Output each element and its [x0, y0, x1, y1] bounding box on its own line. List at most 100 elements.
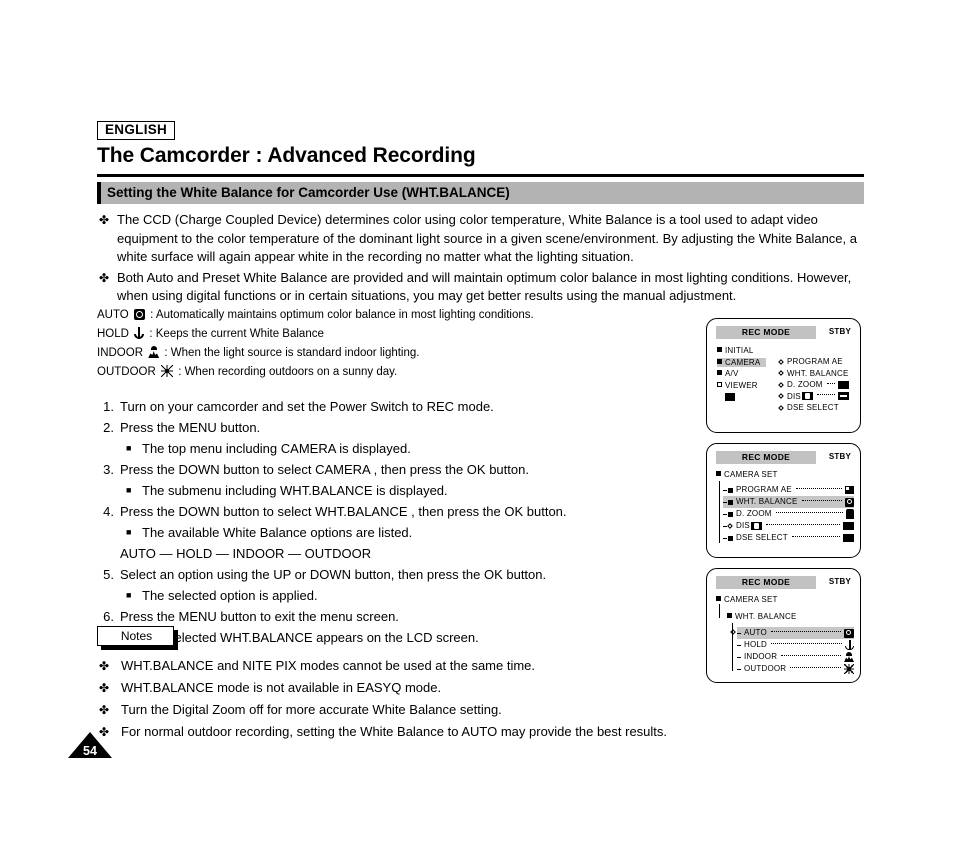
cursor-block-icon: [725, 393, 735, 401]
procedure-steps: 1. Turn on your camcorder and set the Po…: [91, 396, 691, 648]
definition-text: : Automatically maintains optimum color …: [150, 309, 534, 321]
note-text: Turn the Digital Zoom off for more accur…: [121, 702, 502, 717]
submenu-item-d-zoom[interactable]: D. ZOOM: [778, 379, 849, 391]
bullet-icon: ✤: [99, 703, 110, 717]
camera-set-item-label: PROGRAM AE: [736, 485, 792, 494]
definition-row-hold: HOLD : Keeps the current White Balance: [97, 325, 657, 344]
diamond-bullet-icon: [778, 381, 784, 388]
camera-set-item-label: D. ZOOM: [736, 509, 772, 518]
note-text: For normal outdoor recording, setting th…: [121, 724, 668, 739]
wb-option-label: OUTDOOR: [744, 664, 787, 673]
dot-leader: [781, 655, 841, 656]
camera-set-item-wht-balance[interactable]: WHT. BALANCE: [723, 496, 854, 508]
camera-set-item-list: PROGRAM AE WHT. BALANCE D. ZOOM DIS DSE …: [716, 481, 854, 544]
menu-square-icon: [716, 596, 721, 601]
wht-balance-value-icon: [845, 497, 854, 507]
square-bullet-icon: ■: [126, 485, 132, 495]
lcd-camera-set-menu: CAMERA SET PROGRAM AE WHT. BALANCE D. ZO…: [716, 469, 854, 544]
page-number: 54: [83, 744, 97, 758]
intro-bullet-text: The CCD (Charge Coupled Device) determin…: [117, 212, 857, 264]
tree-connector: [719, 604, 721, 618]
wb-option-label: AUTO: [744, 628, 767, 637]
step-subnote-text: The available White Balance options are …: [142, 525, 413, 540]
lcd-screen-camera-set: REC MODE STBY CAMERA SET PROGRAM AE WHT.…: [706, 443, 861, 558]
lcd-mode-label: REC MODE: [741, 452, 791, 462]
camera-set-item-program-ae[interactable]: PROGRAM AE: [723, 484, 854, 496]
intro-bullet-list: ✤ The CCD (Charge Coupled Device) determ…: [97, 211, 864, 308]
submenu-item-dis[interactable]: DIS: [778, 391, 849, 403]
section-header-bar: Setting the White Balance for Camcorder …: [97, 182, 864, 204]
square-bullet-icon: ■: [126, 443, 132, 453]
menu-item-av[interactable]: A/V: [717, 368, 766, 380]
manual-page: ENGLISH The Camcorder : Advanced Recordi…: [0, 0, 954, 859]
dis-glyph-icon: [750, 522, 762, 530]
step-subnote: ■ The available White Balance options ar…: [91, 522, 691, 543]
camera-set-item-dse-select[interactable]: DSE SELECT: [723, 532, 854, 544]
menu-root-label: CAMERA SET: [724, 470, 778, 479]
step-item: 2. Press the MENU button.: [91, 417, 691, 438]
step-number: 6.: [103, 609, 114, 624]
menu-root-camera-set[interactable]: CAMERA SET: [716, 469, 854, 481]
definition-row-outdoor: OUTDOOR : When recording outdoors on a s…: [97, 363, 657, 382]
camera-set-item-d-zoom[interactable]: D. ZOOM: [723, 508, 854, 520]
menu-item-label: A/V: [725, 369, 739, 378]
bullet-icon: ✤: [99, 681, 110, 695]
submenu-item-label: DIS: [787, 391, 801, 401]
submenu-item-dse-select[interactable]: DSE SELECT: [778, 402, 849, 414]
wb-option-auto[interactable]: AUTO: [730, 627, 854, 639]
wb-option-hold[interactable]: HOLD: [737, 639, 854, 651]
step-number: 1.: [103, 399, 114, 414]
step-text: Turn on your camcorder and set the Power…: [120, 399, 494, 414]
wb-option-definitions: AUTO : Automatically maintains optimum c…: [97, 306, 657, 382]
menu-item-camera[interactable]: CAMERA: [717, 357, 767, 369]
menu-root-camera-set[interactable]: CAMERA SET: [716, 594, 854, 606]
intro-bullet: ✤ Both Auto and Preset White Balance are…: [97, 269, 864, 306]
lcd-mode-band: REC MODE: [716, 326, 816, 339]
submenu-item-wht-balance[interactable]: WHT. BALANCE: [778, 368, 849, 380]
lcd-status-label: STBY: [828, 577, 851, 586]
menu-node-wht-balance[interactable]: WHT. BALANCE: [723, 611, 854, 623]
wb-option-sequence: AUTO — HOLD — INDOOR — OUTDOOR: [120, 546, 372, 561]
lcd-screen-top-menu: REC MODE STBY INITIAL CAMERA A/V VIEWER …: [706, 318, 861, 433]
definition-term: OUTDOOR: [97, 366, 156, 378]
wb-option-label: HOLD: [744, 640, 768, 649]
menu-square-icon: [716, 471, 721, 476]
wb-option-indoor[interactable]: INDOOR: [737, 651, 854, 663]
lcd-mode-label: REC MODE: [741, 577, 791, 587]
step-number: 3.: [103, 462, 114, 477]
auto-face-icon: [133, 309, 145, 320]
menu-square-icon: [717, 358, 722, 364]
camera-set-item-label: DSE SELECT: [736, 533, 788, 542]
dot-leader: [801, 500, 842, 501]
menu-square-icon: [717, 370, 722, 375]
wb-option-outdoor[interactable]: OUTDOOR: [737, 663, 854, 675]
step-item: 6. Press the MENU button to exit the men…: [91, 606, 691, 627]
tree-connector: [719, 481, 721, 543]
definition-text: : When recording outdoors on a sunny day…: [178, 366, 398, 378]
section-header-edge: [97, 182, 101, 204]
menu-item-viewer[interactable]: VIEWER: [717, 380, 766, 392]
wb-option-label: INDOOR: [744, 652, 778, 661]
step-subnote-text: The selected option is applied.: [142, 588, 318, 603]
step-item: 4. Press the DOWN button to select WHT.B…: [91, 501, 691, 522]
step-subnote: ■ The top menu including CAMERA is displ…: [91, 438, 691, 459]
definition-term: AUTO: [97, 309, 129, 321]
menu-cursor-block: [717, 391, 766, 405]
title-rule: [97, 174, 864, 177]
dot-leader: [826, 382, 835, 384]
diamond-bullet-icon: [778, 358, 784, 365]
menu-square-icon: [728, 535, 733, 541]
note-item: ✤ For normal outdoor recording, setting …: [97, 721, 797, 743]
hold-anchor-icon: [134, 327, 145, 339]
menu-item-initial[interactable]: INITIAL: [717, 345, 766, 357]
submenu-item-program-ae[interactable]: PROGRAM AE: [778, 356, 849, 368]
notes-label: Notes: [120, 629, 153, 643]
square-bullet-icon: ■: [126, 590, 132, 600]
menu-square-icon: [728, 499, 733, 505]
step-subnote: ■ The submenu including WHT.BALANCE is d…: [91, 480, 691, 501]
section-title: Setting the White Balance for Camcorder …: [107, 185, 510, 200]
intro-bullet: ✤ The CCD (Charge Coupled Device) determ…: [97, 211, 864, 267]
camera-set-item-dis[interactable]: DIS: [723, 520, 854, 532]
dot-leader: [791, 536, 840, 537]
program-ae-value-icon: [845, 486, 854, 494]
